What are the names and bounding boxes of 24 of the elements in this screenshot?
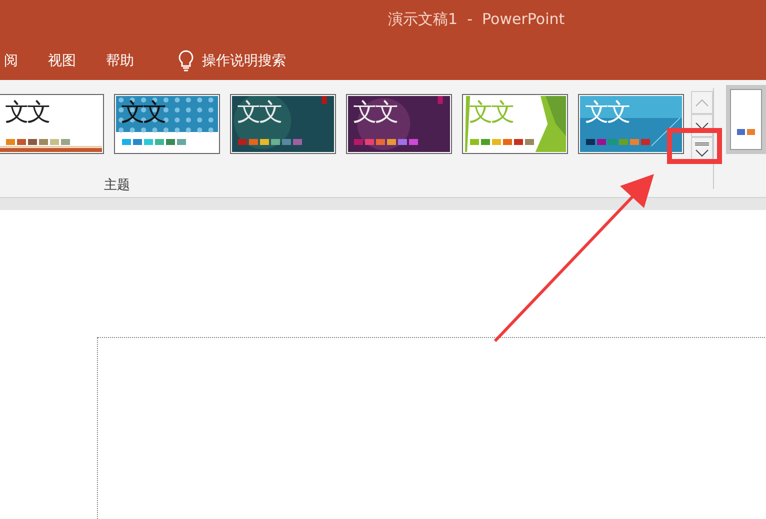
theme-sample-text: 文文 bbox=[353, 97, 397, 127]
theme-sample-text: 文文 bbox=[469, 97, 513, 127]
scroll-down-button[interactable] bbox=[691, 114, 713, 137]
group-label: 主题 bbox=[104, 177, 131, 195]
chevron-down-icon bbox=[695, 122, 709, 130]
variant-thumbnail[interactable] bbox=[726, 85, 766, 154]
theme-thumbnail[interactable]: 文文 bbox=[114, 94, 220, 154]
theme-thumbnail[interactable]: 文文 bbox=[0, 94, 104, 154]
theme-sample-text: 文文 bbox=[121, 97, 165, 127]
expand-gallery-icon bbox=[694, 142, 710, 158]
lightbulb-icon bbox=[178, 50, 194, 72]
ribbon-tab[interactable]: 阅 bbox=[0, 50, 22, 72]
more-themes-button[interactable] bbox=[691, 137, 713, 162]
tell-me-search[interactable]: 操作说明搜索 bbox=[202, 50, 286, 72]
ribbon-tab[interactable]: 帮助 bbox=[102, 50, 138, 72]
theme-thumbnail[interactable]: 文文 bbox=[346, 94, 452, 154]
theme-thumbnail[interactable]: 文文 bbox=[230, 94, 336, 154]
theme-sample-text: 文文 bbox=[5, 97, 49, 127]
theme-sample-text: 文文 bbox=[237, 97, 281, 127]
theme-sample-text: 文文 bbox=[585, 97, 629, 127]
highlight-box bbox=[667, 128, 722, 164]
ribbon-tab[interactable]: 视图 bbox=[44, 50, 80, 72]
window-title: 演示文稿1 - PowerPoint bbox=[388, 9, 565, 30]
chevron-up-icon bbox=[695, 98, 709, 106]
